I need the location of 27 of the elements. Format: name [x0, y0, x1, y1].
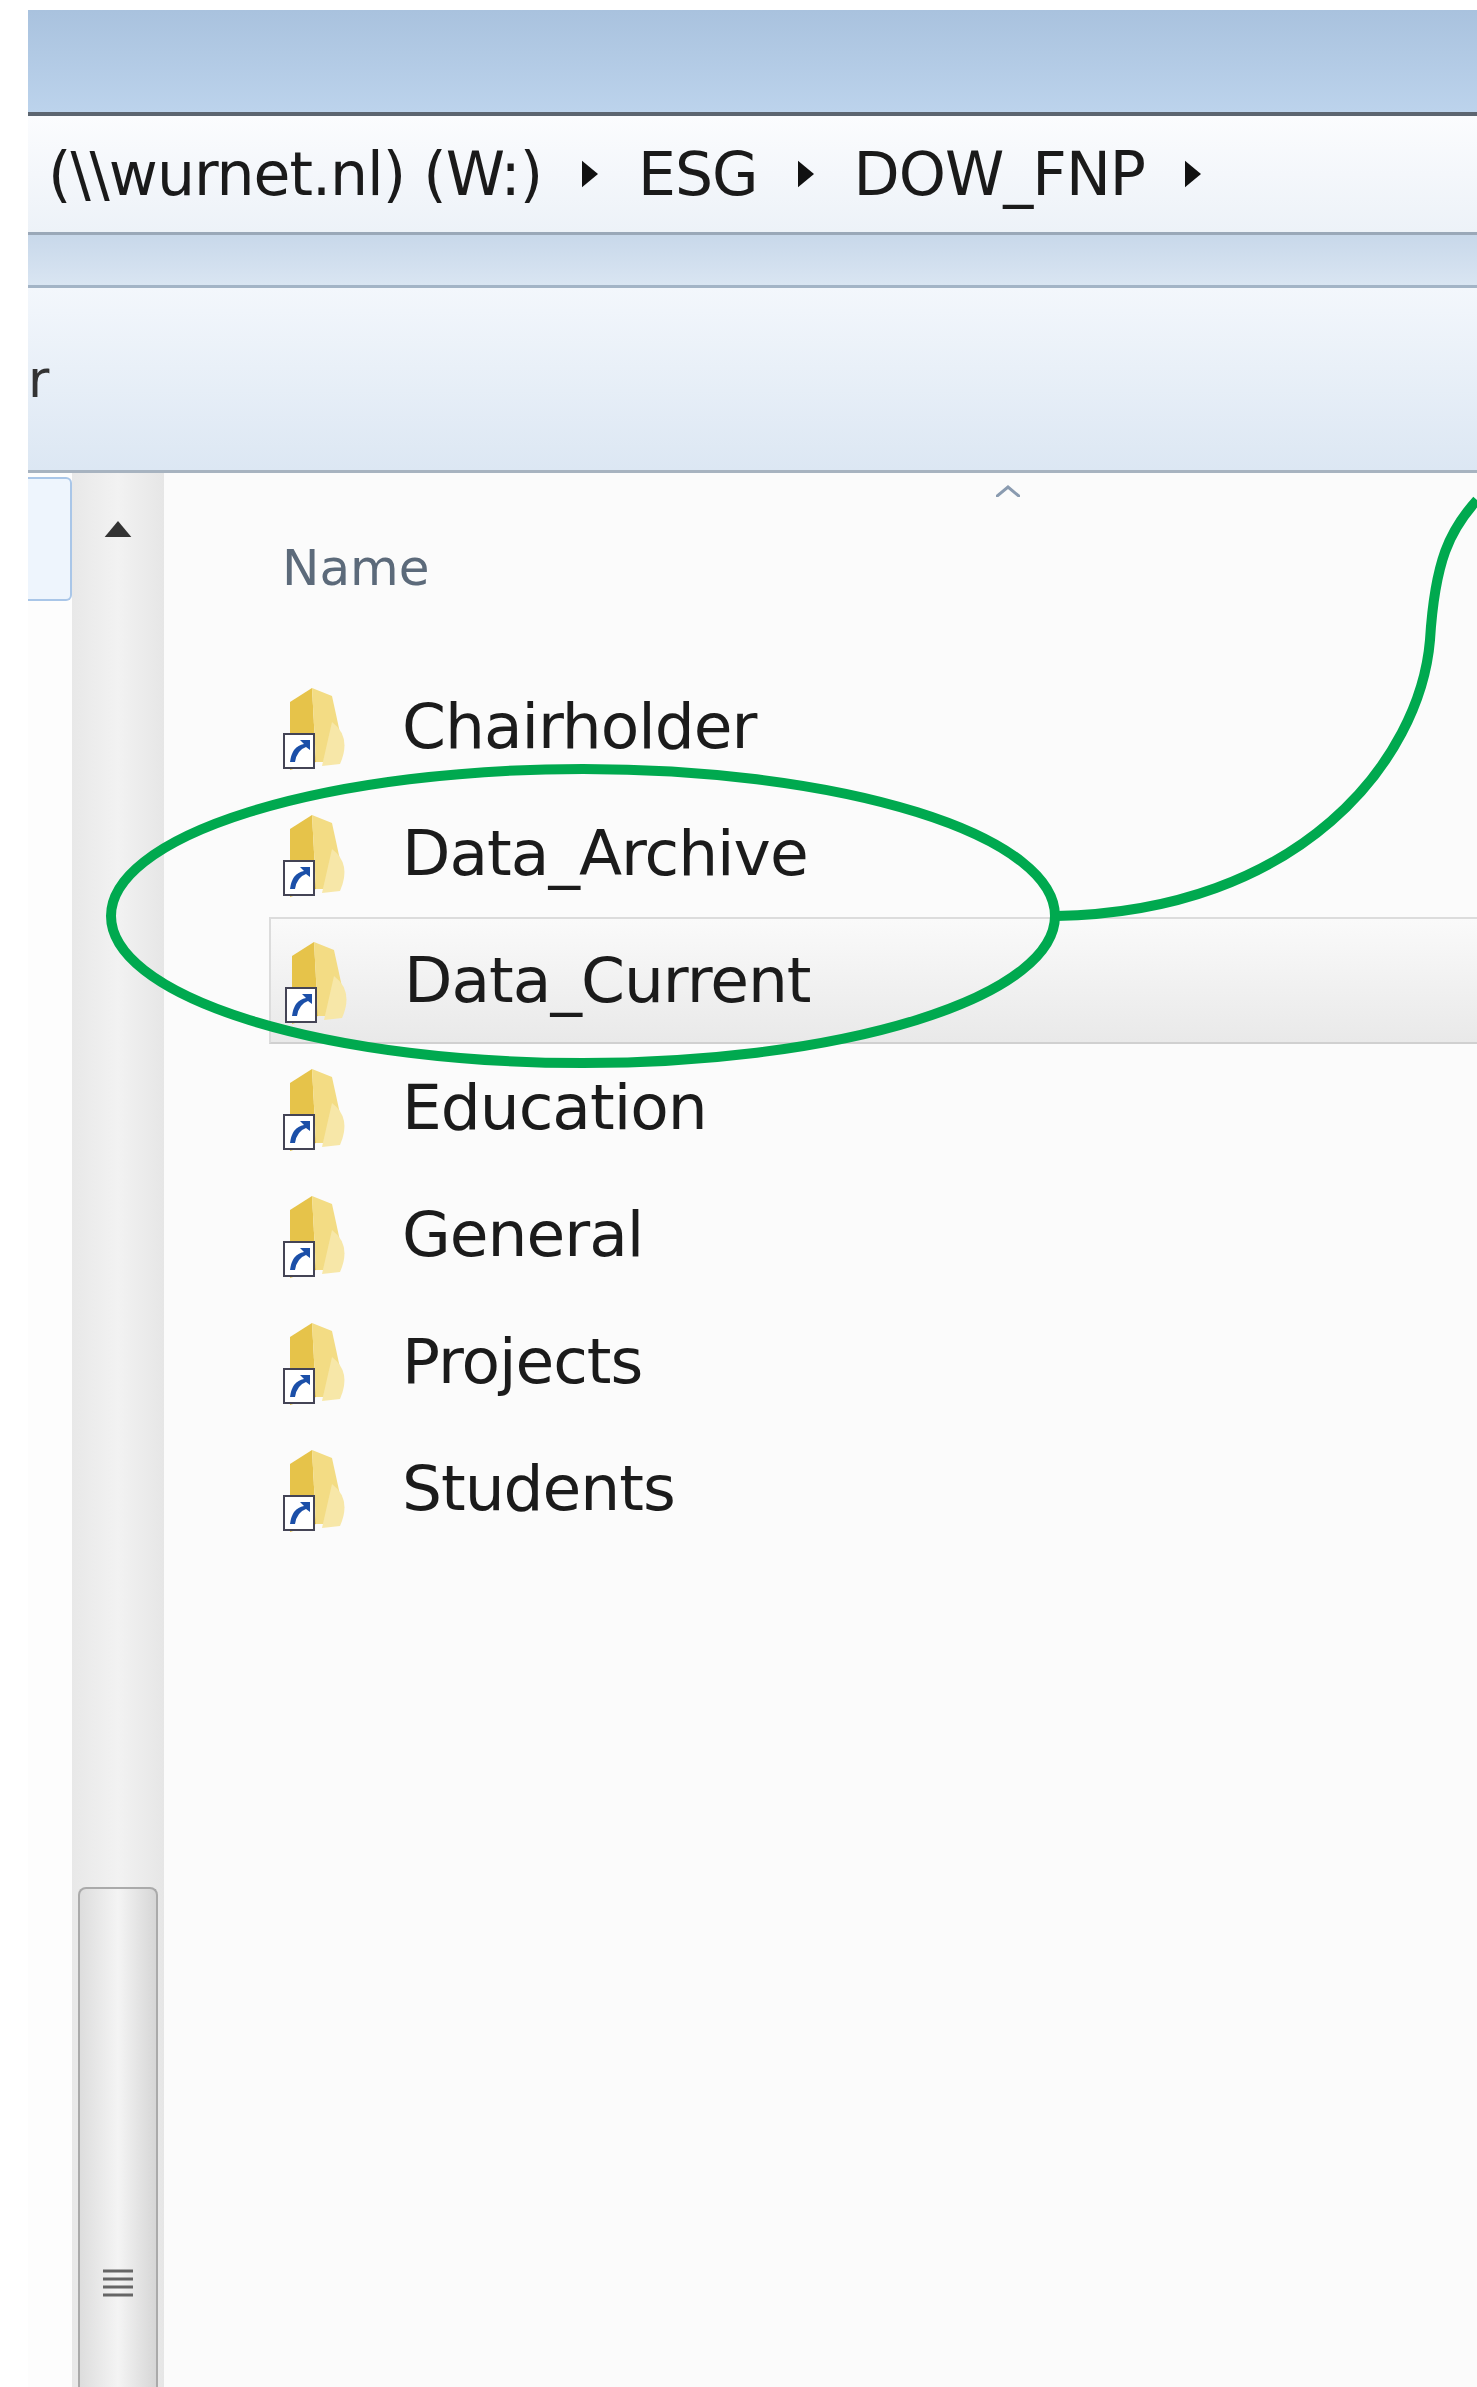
address-bar[interactable]: (\\wurnet.nl) (W:) ESG DOW_FNP — [28, 116, 1477, 235]
file-row[interactable]: Education — [269, 1044, 1477, 1171]
breadcrumb[interactable]: DOW_FNP — [853, 139, 1145, 209]
folder-name: Education — [402, 1071, 707, 1144]
file-row[interactable]: Chairholder — [269, 663, 1477, 790]
grip-icon — [103, 2267, 133, 2297]
file-row[interactable]: General — [269, 1171, 1477, 1298]
file-row[interactable]: Data_Archive — [269, 790, 1477, 917]
chevron-icon[interactable] — [582, 160, 599, 188]
chevron-icon[interactable] — [797, 160, 814, 188]
folder-name: Data_Archive — [402, 817, 808, 890]
folder-name: Students — [402, 1452, 675, 1525]
scroll-thumb[interactable] — [78, 1887, 158, 2387]
breadcrumb[interactable]: (\\wurnet.nl) (W:) — [48, 139, 543, 209]
folder-name: Projects — [402, 1325, 643, 1398]
breadcrumb[interactable]: ESG — [638, 139, 758, 209]
file-row[interactable]: Projects — [269, 1298, 1477, 1425]
folder-name: General — [402, 1198, 644, 1271]
column-header[interactable]: Name — [282, 539, 430, 597]
file-row[interactable]: Students — [269, 1425, 1477, 1552]
scroll-up-icon[interactable] — [104, 521, 132, 537]
toolbar-label[interactable]: r — [28, 349, 50, 409]
folder-name: Chairholder — [402, 690, 757, 763]
file-row[interactable]: Data_Current — [269, 917, 1477, 1044]
folder-name: Data_Current — [404, 944, 811, 1017]
scrollbar[interactable] — [72, 473, 164, 2387]
chevron-icon[interactable] — [1184, 160, 1201, 188]
